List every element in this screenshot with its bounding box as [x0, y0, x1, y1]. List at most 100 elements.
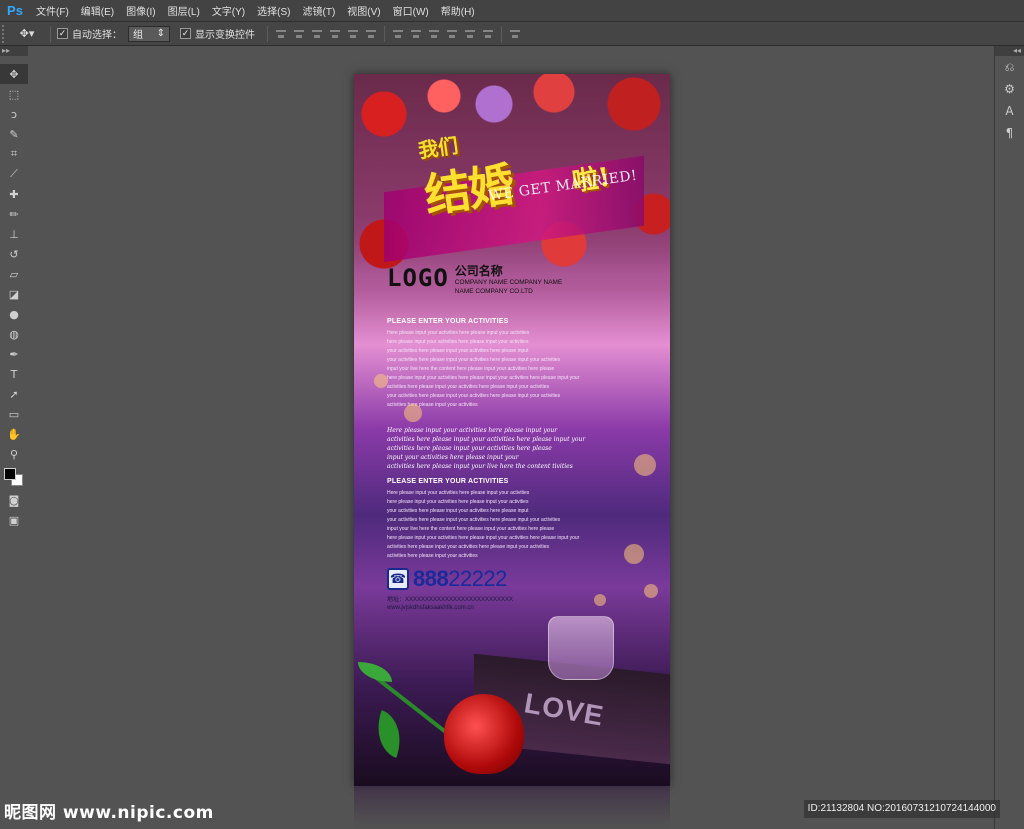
menu-view[interactable]: 视图(V)	[341, 3, 386, 18]
menu-help[interactable]: 帮助(H)	[435, 3, 481, 18]
divider	[267, 25, 268, 42]
crop-tool-icon[interactable]: ⌗	[0, 144, 28, 164]
distribute-top-icon[interactable]	[391, 27, 405, 41]
hand-tool-icon[interactable]: ✋	[0, 424, 28, 444]
type-tool-icon[interactable]: T	[0, 364, 28, 384]
company-name-en-2: NAME COMPANY CO.LTD	[454, 288, 533, 295]
body-line: Here please input your activities here p…	[387, 490, 530, 496]
script-line: input your activities here please input …	[387, 454, 519, 461]
history-panel-icon[interactable]: ⎌	[995, 56, 1024, 78]
brush-tool-icon[interactable]: ✏	[0, 204, 28, 224]
color-swatches[interactable]	[0, 464, 28, 490]
script-line: activities here please input your live h…	[387, 463, 573, 470]
paragraph-panel-icon[interactable]: ¶	[995, 122, 1024, 144]
quick-mask-icon[interactable]: ◙	[0, 490, 28, 510]
menu-filter[interactable]: 滤镜(T)	[297, 3, 342, 18]
menu-edit[interactable]: 编辑(E)	[75, 3, 120, 18]
align-controls	[274, 27, 378, 41]
poster-document: 我们 结婚 啦! WE GET MARRIED! LOGO 公司名称 COMPA…	[354, 74, 670, 786]
align-vcenter-icon[interactable]	[292, 27, 306, 41]
auto-select-checkbox[interactable]: ✓	[57, 28, 68, 39]
toolbox-collapse[interactable]: ▸▸	[0, 46, 28, 56]
body-line: here please input your activities here p…	[387, 499, 529, 505]
move-tool-icon[interactable]: ✥	[0, 64, 28, 84]
script-line: activities here please input your activi…	[387, 445, 552, 452]
lasso-tool-icon[interactable]: ↄ	[0, 104, 28, 124]
auto-select-dropdown[interactable]: 组 ⇕	[128, 25, 170, 42]
company-name-cn: 公司名称	[454, 264, 503, 278]
right-panel-dock: ◂◂ ⎌ ⚙ A ¶	[994, 46, 1024, 829]
align-left-icon[interactable]	[328, 27, 342, 41]
script-line: Here please input your activities here p…	[387, 427, 558, 434]
website-line: www.jvjskdhsfaksaakhfik.com.cn	[387, 605, 474, 611]
auto-align-icon[interactable]	[508, 27, 522, 41]
dodge-tool-icon[interactable]: ◍	[0, 324, 28, 344]
show-transform-checkbox[interactable]: ✓	[180, 28, 191, 39]
bokeh-light	[634, 454, 656, 476]
divider	[50, 25, 51, 42]
move-tool-preset-icon[interactable]: ✥▾	[10, 25, 44, 43]
divider	[501, 25, 502, 42]
logo-text: LOGO	[387, 264, 449, 292]
bokeh-light	[624, 544, 644, 564]
menu-layer[interactable]: 图层(L)	[162, 3, 206, 18]
eyedropper-tool-icon[interactable]: ⟋	[0, 164, 28, 184]
phone-prefix: 888	[413, 566, 449, 591]
quick-select-tool-icon[interactable]: ✎	[0, 124, 28, 144]
distribute-left-icon[interactable]	[445, 27, 459, 41]
character-panel-icon[interactable]: A	[995, 100, 1024, 122]
bokeh-light	[374, 374, 388, 388]
body-line: your activities here please input your a…	[387, 393, 561, 399]
properties-panel-icon[interactable]: ⚙	[995, 78, 1024, 100]
phone-icon: ☎	[387, 568, 409, 590]
poster-reflection	[354, 786, 670, 829]
chevron-down-icon: ⇕	[156, 28, 165, 39]
foreground-color-swatch[interactable]	[4, 468, 16, 480]
show-transform-label: 显示变换控件	[195, 30, 255, 41]
distribute-right-icon[interactable]	[481, 27, 495, 41]
body-line: here please input your activities here p…	[387, 339, 529, 345]
path-select-tool-icon[interactable]: ➚	[0, 384, 28, 404]
menu-bar: Ps 文件(F) 编辑(E) 图像(I) 图层(L) 文字(Y) 选择(S) 滤…	[0, 0, 1024, 22]
paint-bucket-tool-icon[interactable]: ◪	[0, 284, 28, 304]
phone-number: 88822222	[413, 566, 507, 592]
options-grip[interactable]	[2, 24, 10, 43]
menu-window[interactable]: 窗口(W)	[387, 3, 435, 18]
distribute-controls	[391, 27, 495, 41]
menu-file[interactable]: 文件(F)	[30, 3, 75, 18]
pen-tool-icon[interactable]: ✒	[0, 344, 28, 364]
align-bottom-icon[interactable]	[310, 27, 324, 41]
options-bar: ✥▾ ✓ 自动选择： 组 ⇕ ✓ 显示变换控件	[0, 22, 1024, 46]
align-top-icon[interactable]	[274, 27, 288, 41]
panel-collapse[interactable]: ◂◂	[995, 46, 1024, 56]
auto-select-label: 自动选择：	[72, 30, 122, 41]
zoom-tool-icon[interactable]: ⚲	[0, 444, 28, 464]
body-line: input your live here the content here pl…	[387, 526, 555, 532]
align-right-icon[interactable]	[364, 27, 378, 41]
eraser-tool-icon[interactable]: ▱	[0, 264, 28, 284]
screen-mode-icon[interactable]: ▣	[0, 510, 28, 530]
menu-image[interactable]: 图像(I)	[120, 3, 161, 18]
address-line: 地址：XXXXXXXXXXXXXXXXXXXXXXXXXXX	[387, 597, 514, 603]
bokeh-light	[404, 404, 422, 422]
distribute-hcenter-icon[interactable]	[463, 27, 477, 41]
clone-stamp-tool-icon[interactable]: ⊥	[0, 224, 28, 244]
menu-select[interactable]: 选择(S)	[251, 3, 296, 18]
rose-leaf	[358, 662, 392, 682]
body-line: activities here please input your activi…	[387, 544, 550, 550]
body-line: your activities here please input your a…	[387, 508, 529, 514]
marquee-tool-icon[interactable]: ⬚	[0, 84, 28, 104]
blur-tool-icon[interactable]: ●	[0, 304, 28, 324]
healing-brush-tool-icon[interactable]: ✚	[0, 184, 28, 204]
align-hcenter-icon[interactable]	[346, 27, 360, 41]
divider	[384, 25, 385, 42]
distribute-bottom-icon[interactable]	[427, 27, 441, 41]
body-line: activities here please input your activi…	[387, 402, 478, 408]
body-line: activities here please input your activi…	[387, 553, 478, 559]
distribute-vcenter-icon[interactable]	[409, 27, 423, 41]
history-brush-tool-icon[interactable]: ↺	[0, 244, 28, 264]
auto-select-value: 组	[133, 30, 143, 41]
rectangle-tool-icon[interactable]: ▭	[0, 404, 28, 424]
menu-type[interactable]: 文字(Y)	[206, 3, 251, 18]
watermark-site: 昵图网 www.nipic.com	[4, 803, 214, 823]
